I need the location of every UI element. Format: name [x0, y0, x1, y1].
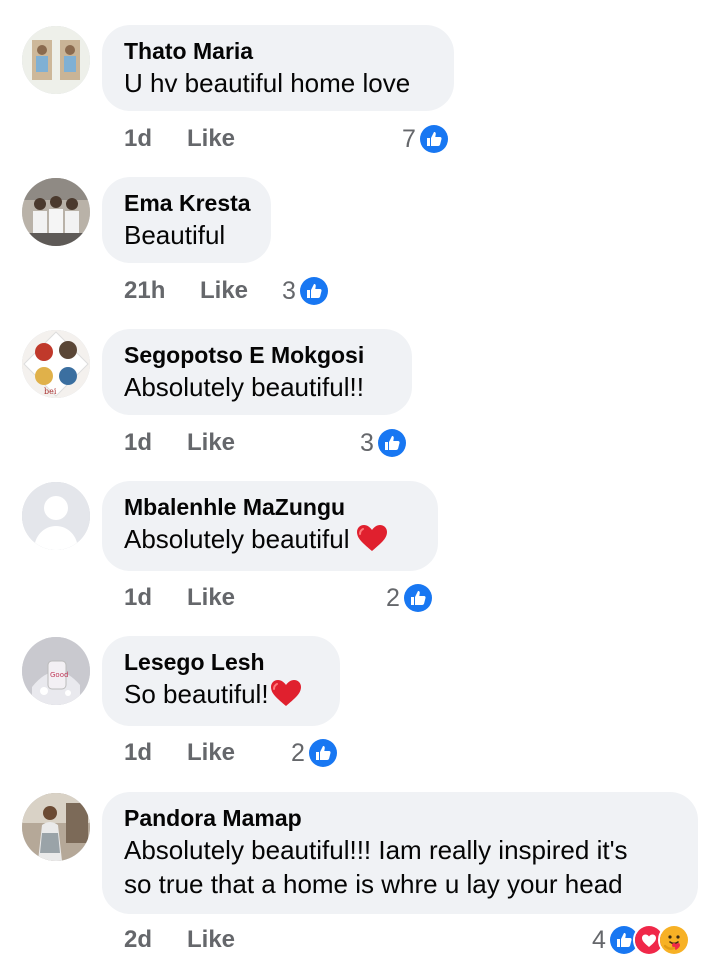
- heart-emoji-icon: [269, 678, 303, 708]
- reaction-count: 3: [282, 277, 296, 305]
- avatar[interactable]: [22, 26, 90, 94]
- avatar[interactable]: [22, 178, 90, 246]
- like-button[interactable]: Like: [187, 736, 235, 770]
- comment-author[interactable]: Mbalenhle MaZungu: [124, 492, 416, 522]
- comment-author[interactable]: Ema Kresta: [124, 188, 251, 218]
- svg-text:Good: Good: [50, 671, 68, 679]
- comment-bubble: Lesego Lesh So beautiful!: [102, 636, 340, 726]
- reaction-summary[interactable]: 7: [402, 122, 450, 156]
- comment-bubble: Mbalenhle MaZungu Absolutely beautiful: [102, 481, 438, 571]
- comment-bubble: Thato Maria U hv beautiful home love: [102, 25, 454, 111]
- avatar-default[interactable]: [22, 482, 90, 550]
- comment-bubble: Ema Kresta Beautiful: [102, 177, 271, 263]
- comment-text-line: so true that a home is whre u lay your h…: [124, 869, 623, 899]
- reaction-summary[interactable]: 2: [291, 736, 339, 770]
- like-button[interactable]: Like: [200, 274, 248, 308]
- svg-text:bei: bei: [44, 387, 57, 396]
- like-button[interactable]: Like: [187, 426, 235, 460]
- care-icon: [657, 924, 690, 956]
- reaction-summary[interactable]: 3: [282, 274, 330, 308]
- comment-text: So beautiful!: [124, 677, 318, 711]
- avatar[interactable]: bei: [22, 330, 90, 398]
- reaction-summary[interactable]: 4: [592, 923, 690, 957]
- like-icon: [297, 275, 330, 307]
- comment-text: Absolutely beautiful!!: [124, 372, 364, 402]
- like-button[interactable]: Like: [187, 122, 235, 156]
- reaction-count: 2: [291, 739, 305, 767]
- like-icon: [417, 123, 450, 155]
- reaction-count: 4: [592, 926, 606, 954]
- comment-author[interactable]: Pandora Mamap: [124, 803, 676, 833]
- comment-bubble: Pandora Mamap Absolutely beautiful!!! Ia…: [102, 792, 698, 914]
- comment-text: Absolutely beautiful: [124, 522, 416, 556]
- like-icon: [401, 582, 434, 614]
- comment-text-line: Absolutely beautiful!!! Iam really inspi…: [124, 835, 628, 865]
- reaction-count: 7: [402, 125, 416, 153]
- comment-author[interactable]: Segopotso E Mokgosi: [124, 340, 390, 370]
- comment-timestamp[interactable]: 1d: [124, 581, 152, 615]
- reaction-count: 2: [386, 584, 400, 612]
- reaction-count: 3: [360, 429, 374, 457]
- comment-bubble: Segopotso E Mokgosi Absolutely beautiful…: [102, 329, 412, 415]
- comment-text: Beautiful: [124, 220, 226, 250]
- like-icon: [306, 737, 339, 769]
- comment-author[interactable]: Thato Maria: [124, 36, 432, 66]
- comment-timestamp[interactable]: 21h: [124, 274, 165, 308]
- reaction-summary[interactable]: 2: [386, 581, 434, 615]
- like-button[interactable]: Like: [187, 923, 235, 957]
- comment-timestamp[interactable]: 1d: [124, 736, 152, 770]
- comment-timestamp[interactable]: 1d: [124, 122, 152, 156]
- comment-text: U hv beautiful home love: [124, 68, 411, 98]
- like-button[interactable]: Like: [187, 581, 235, 615]
- avatar[interactable]: [22, 793, 90, 861]
- comment-timestamp[interactable]: 1d: [124, 426, 152, 460]
- heart-emoji-icon: [355, 523, 389, 553]
- reaction-summary[interactable]: 3: [360, 426, 408, 460]
- comment-timestamp[interactable]: 2d: [124, 923, 152, 957]
- comment-author[interactable]: Lesego Lesh: [124, 647, 318, 677]
- like-icon: [375, 427, 408, 459]
- avatar[interactable]: Good: [22, 637, 90, 705]
